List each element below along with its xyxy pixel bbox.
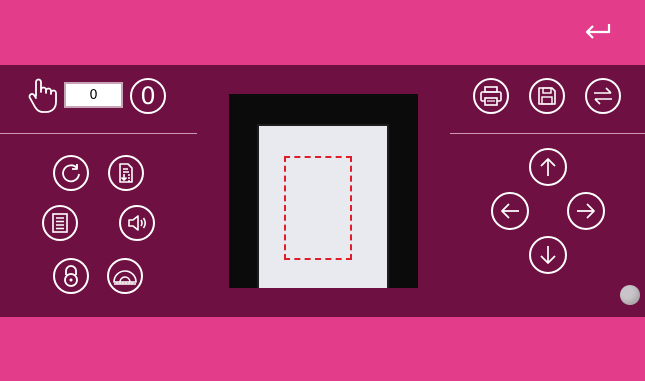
document-import-button[interactable]: [108, 155, 144, 191]
swap-icon: [594, 87, 612, 105]
print-icon: [480, 86, 502, 106]
swap-button[interactable]: [585, 78, 621, 114]
right-divider: [450, 133, 645, 134]
list-button[interactable]: [42, 205, 78, 241]
protractor-icon: [113, 270, 137, 285]
arrow-up-icon: [540, 158, 556, 176]
crop-selection[interactable]: [284, 156, 352, 260]
arrow-right-icon: [577, 203, 595, 219]
move-down-button[interactable]: [529, 236, 567, 274]
zero-label: 0: [140, 82, 156, 110]
lock-button[interactable]: [53, 258, 89, 294]
move-up-button[interactable]: [529, 148, 567, 186]
back-button[interactable]: [581, 18, 617, 46]
floating-handle[interactable]: [620, 285, 640, 305]
counter-value: 0: [89, 87, 98, 103]
scan-preview[interactable]: [229, 94, 418, 288]
counter-field[interactable]: 0: [64, 82, 123, 108]
arrow-down-icon: [540, 246, 556, 264]
move-right-button[interactable]: [567, 192, 605, 230]
rotate-icon: [62, 164, 80, 183]
document-import-icon: [119, 163, 133, 183]
bottom-bar: [0, 317, 645, 381]
hand-pointer-icon: [28, 78, 58, 114]
lock-icon: [64, 265, 78, 287]
list-icon: [52, 213, 68, 233]
speaker-icon: [128, 215, 147, 231]
save-button[interactable]: [529, 78, 565, 114]
ruler-button[interactable]: [107, 258, 143, 294]
save-icon: [538, 87, 556, 105]
sound-button[interactable]: [119, 205, 155, 241]
rotate-button[interactable]: [53, 155, 89, 191]
arrow-left-icon: [501, 203, 519, 219]
top-bar: [0, 0, 645, 65]
move-left-button[interactable]: [491, 192, 529, 230]
back-arrow-icon: [585, 24, 611, 39]
print-button[interactable]: [473, 78, 509, 114]
reset-zero-button[interactable]: 0: [130, 78, 166, 114]
left-divider: [0, 133, 197, 134]
app-frame: 0 0: [0, 0, 645, 381]
